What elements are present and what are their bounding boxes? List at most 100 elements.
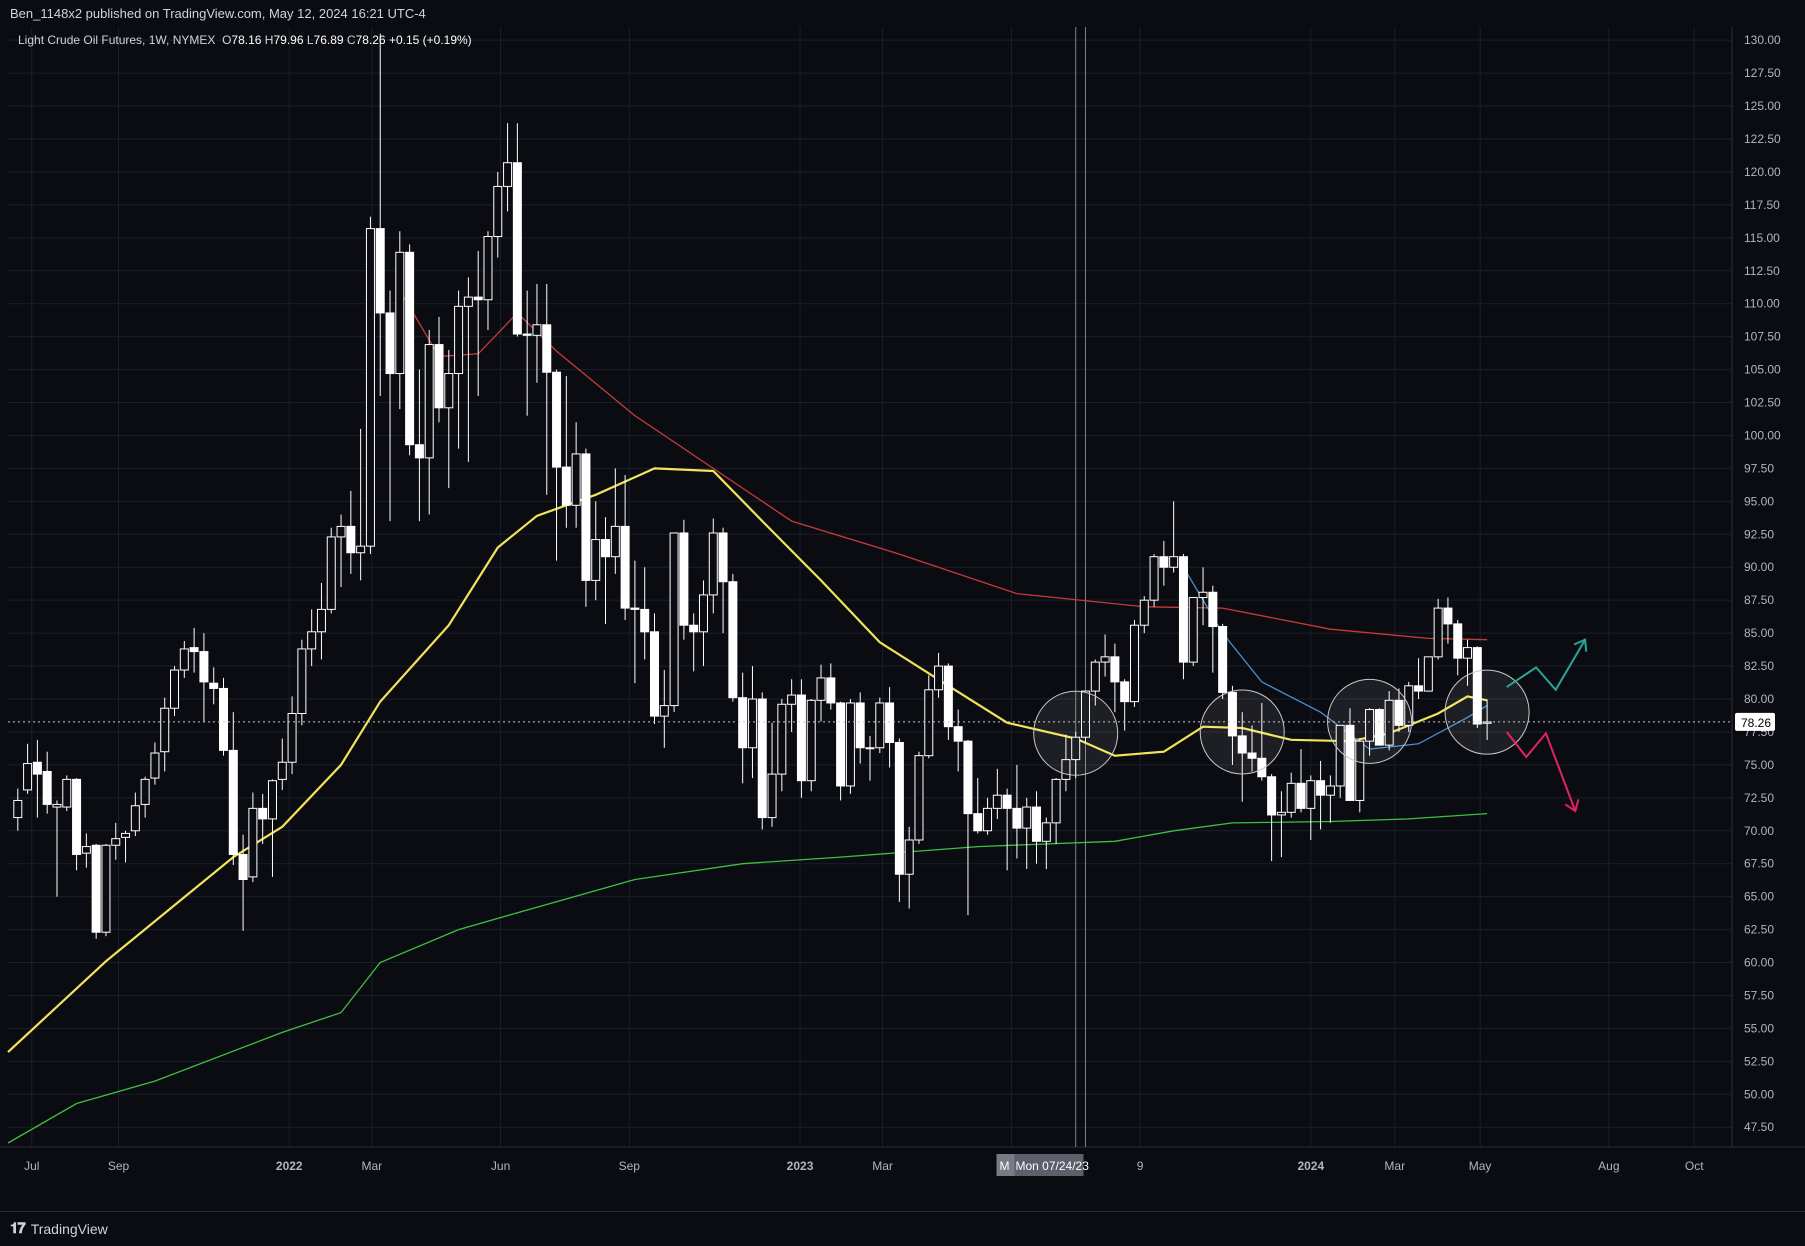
candle-down — [473, 296, 483, 301]
candle-down — [228, 749, 238, 855]
candle-up — [111, 838, 121, 846]
moving-average-line-red — [399, 290, 1488, 641]
candle-up — [659, 705, 669, 717]
candle-down — [1012, 807, 1022, 829]
candle-up — [610, 525, 620, 558]
highlight-circle — [1033, 690, 1119, 776]
price-tick-label: 120.00 — [1744, 165, 1781, 179]
time-tick-label: Mar — [361, 1159, 382, 1173]
candle-up — [356, 545, 366, 554]
candle-up — [444, 373, 454, 409]
candle-up — [101, 844, 111, 933]
price-tick-label: 115.00 — [1744, 231, 1780, 245]
candle-down — [385, 312, 395, 375]
price-tick-label: 70.00 — [1744, 824, 1774, 838]
price-tick-label: 80.00 — [1744, 692, 1774, 706]
highlight-circle — [1327, 678, 1413, 764]
price-tick-label: 102.50 — [1744, 396, 1781, 410]
candle-down — [728, 581, 738, 699]
price-tick-label: 72.50 — [1744, 791, 1774, 805]
candle-down — [601, 539, 611, 558]
candle-up — [1149, 556, 1159, 601]
candle-up — [454, 305, 464, 375]
candle-up — [787, 694, 797, 705]
time-tick-label: Sep — [108, 1159, 130, 1173]
candle-down — [42, 770, 52, 805]
candle-up — [52, 803, 62, 808]
price-tick-label: 117.50 — [1744, 198, 1780, 212]
candle-up — [1051, 778, 1061, 824]
price-tick-label: 125.00 — [1744, 99, 1781, 113]
price-tick-label: 97.50 — [1744, 461, 1774, 475]
candle-up — [1100, 656, 1110, 663]
candle-down — [757, 698, 767, 819]
bearish-arrow — [1505, 731, 1577, 812]
candle-up — [395, 251, 405, 375]
candle-up — [297, 648, 307, 714]
candle-down — [630, 607, 640, 610]
candle-down — [561, 466, 571, 506]
candle-up — [160, 707, 170, 753]
candle-down — [258, 807, 268, 820]
candle-down — [1453, 623, 1463, 659]
high-value: 79.96 — [273, 33, 304, 47]
candle-up — [914, 755, 924, 841]
price-tick-label: 90.00 — [1744, 560, 1774, 574]
price-chart[interactable]: 47.50 50.00 52.50 55.00 57.50 60.00 62.50 65.00… — [0, 27, 1805, 1210]
price-tick-label: 62.50 — [1744, 923, 1774, 937]
candle-up — [493, 185, 503, 238]
brand[interactable]: 𝟏𝟕 TradingView — [10, 1220, 108, 1237]
candle-down — [346, 525, 356, 554]
price-tick-label: 57.50 — [1744, 988, 1774, 1002]
time-tick-label: Sep — [619, 1159, 641, 1173]
candle-down — [238, 853, 248, 881]
price-tick-label: 112.50 — [1744, 264, 1780, 278]
price-tick-label: 82.50 — [1744, 659, 1774, 673]
candle-up — [463, 296, 473, 307]
price-tick-label: 85.00 — [1744, 626, 1774, 640]
candle-up — [1306, 780, 1316, 809]
candle-up — [865, 747, 875, 750]
close-value: 78.26 — [355, 33, 386, 47]
time-tick-label: Mar — [1384, 1159, 1405, 1173]
price-tick-label: 127.50 — [1744, 66, 1781, 80]
open-value: 78.16 — [231, 33, 262, 47]
candle-up — [267, 780, 277, 820]
candle-up — [1198, 591, 1208, 599]
low-value: 76.89 — [313, 33, 344, 47]
publisher-line: Ben_1148x2 published on TradingView.com,… — [0, 0, 1805, 27]
candle-down — [855, 702, 865, 749]
candle-up — [23, 763, 33, 791]
candle-up — [934, 665, 944, 691]
candle-down — [679, 532, 689, 626]
highlight-circle — [1199, 689, 1285, 775]
price-tick-label: 122.50 — [1744, 132, 1781, 146]
candle-up — [307, 631, 317, 650]
price-tick-label: 87.50 — [1744, 593, 1774, 607]
candle-down — [1120, 681, 1130, 703]
candle-down — [189, 647, 199, 653]
candle-up — [1041, 822, 1051, 842]
candle-down — [1110, 656, 1120, 683]
footer-bar: 𝟏𝟕 TradingView — [0, 1211, 1805, 1246]
candle-down — [414, 444, 424, 459]
candle-down — [738, 697, 748, 749]
candle-up — [336, 525, 346, 538]
candle-up — [591, 539, 601, 581]
candle-down — [72, 778, 82, 855]
candle-down — [640, 608, 650, 633]
candle-up — [669, 532, 679, 707]
candle-up — [316, 608, 326, 633]
price-tick-label: 130.00 — [1744, 33, 1781, 47]
bullish-arrow — [1506, 639, 1586, 692]
candle-down — [1178, 556, 1188, 663]
tradingview-logo-icon: 𝟏𝟕 — [10, 1220, 26, 1237]
candle-up — [424, 344, 434, 459]
price-tick-label: 75.00 — [1744, 758, 1774, 772]
candle-down — [581, 453, 591, 581]
candle-down — [1267, 776, 1277, 816]
candle-up — [62, 778, 72, 808]
candle-up — [326, 536, 336, 610]
candle-up — [924, 689, 934, 757]
candle-down — [826, 677, 836, 704]
